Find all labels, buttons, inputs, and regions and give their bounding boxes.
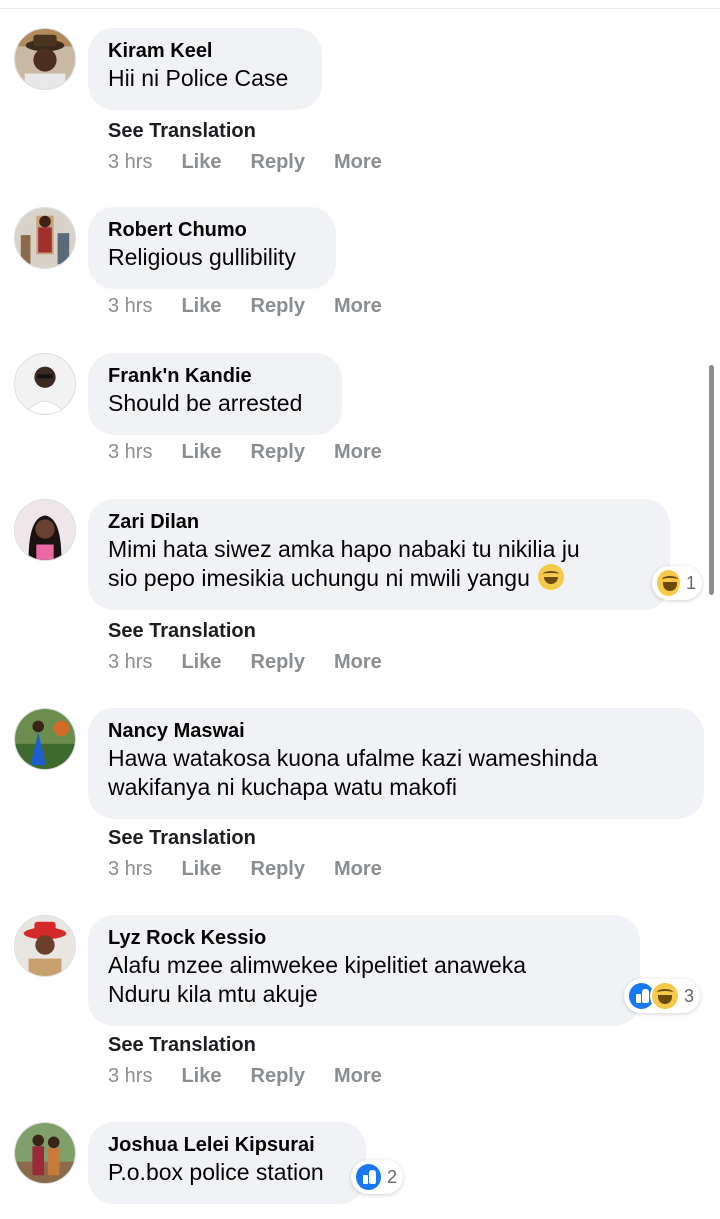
comment-author[interactable]: Robert Chumo (108, 217, 316, 243)
grinning-squinting-face-icon (538, 564, 565, 590)
top-divider (0, 8, 720, 9)
avatar[interactable] (14, 207, 76, 269)
see-translation-link[interactable]: See Translation (108, 620, 256, 643)
comment-time[interactable]: 3 hrs (108, 858, 152, 881)
comment-text-line: Mimi hata siwez amka hapo nabaki tu niki… (108, 536, 580, 562)
comment-actions: 3 hrs Like Reply More (108, 295, 411, 318)
avatar[interactable] (14, 1122, 76, 1184)
comment-author[interactable]: Zari Dilan (108, 509, 650, 535)
comment-text-line: wakifanya ni kuchapa watu makofi (108, 774, 458, 800)
reply-link[interactable]: Reply (251, 858, 305, 881)
reply-link[interactable]: Reply (251, 151, 305, 174)
like-link[interactable]: Like (181, 151, 221, 174)
avatar[interactable] (14, 915, 76, 977)
reply-link[interactable]: Reply (251, 295, 305, 318)
reaction-count: 1 (685, 572, 696, 593)
avatar[interactable] (14, 499, 76, 561)
comment-actions: 3 hrs Like Reply More (108, 441, 411, 464)
comment-text-line: Alafu mzee alimwekee kipelitiet anaweka (108, 952, 527, 978)
comment-bubble: Lyz Rock Kessio Alafu mzee alimwekee kip… (88, 915, 640, 1026)
haha-reaction-icon (655, 568, 682, 598)
reply-link[interactable]: Reply (251, 651, 305, 674)
avatar[interactable] (14, 708, 76, 770)
comment-text: Religious gullibility (108, 244, 296, 270)
comment-time[interactable]: 3 hrs (108, 1065, 152, 1088)
comment-actions: 3 hrs Like Reply More (108, 858, 411, 881)
like-link[interactable]: Like (181, 651, 221, 674)
haha-reaction-icon (650, 981, 680, 1011)
comment-time[interactable]: 3 hrs (108, 651, 152, 674)
like-link[interactable]: Like (181, 858, 221, 881)
comment-author[interactable]: Frank'n Kandie (108, 363, 322, 389)
comment-actions: 3 hrs Like Reply More (108, 651, 411, 674)
reaction-summary[interactable]: 2 (351, 1160, 403, 1194)
more-link[interactable]: More (334, 1065, 382, 1088)
comment-time[interactable]: 3 hrs (108, 295, 152, 318)
reaction-count: 2 (386, 1166, 397, 1187)
like-reaction-icon (354, 1162, 383, 1192)
comment-text-line: Hawa watakosa kuona ufalme kazi wameshin… (108, 745, 598, 771)
comment-time[interactable]: 3 hrs (108, 441, 152, 464)
comment-bubble: Kiram Keel Hii ni Police Case (88, 28, 322, 110)
more-link[interactable]: More (334, 651, 382, 674)
comment-actions: 3 hrs Like Reply More (108, 1065, 411, 1088)
reaction-count: 3 (683, 985, 694, 1006)
comment-text-line: Nduru kila mtu akuje (108, 981, 318, 1007)
more-link[interactable]: More (334, 151, 382, 174)
avatar[interactable] (14, 353, 76, 415)
comment-text: P.o.box police station (108, 1159, 324, 1185)
more-link[interactable]: More (334, 858, 382, 881)
comment-author[interactable]: Nancy Maswai (108, 718, 684, 744)
see-translation-link[interactable]: See Translation (108, 120, 256, 143)
comment-time[interactable]: 3 hrs (108, 151, 152, 174)
comment-bubble: Robert Chumo Religious gullibility (88, 207, 336, 289)
comment-bubble: Frank'n Kandie Should be arrested (88, 353, 342, 435)
like-link[interactable]: Like (181, 1065, 221, 1088)
comment-bubble: Joshua Lelei Kipsurai P.o.box police sta… (88, 1122, 366, 1204)
avatar[interactable] (14, 28, 76, 90)
comment-text-line: sio pepo imesikia uchungu ni mwili yangu (108, 564, 650, 593)
reaction-summary[interactable]: 3 (624, 979, 700, 1013)
reply-link[interactable]: Reply (251, 1065, 305, 1088)
comment-bubble: Nancy Maswai Hawa watakosa kuona ufalme … (88, 708, 704, 819)
see-translation-link[interactable]: See Translation (108, 827, 256, 850)
comment-author[interactable]: Kiram Keel (108, 38, 302, 64)
reaction-summary[interactable]: 1 (652, 566, 702, 600)
comment-author[interactable]: Joshua Lelei Kipsurai (108, 1132, 346, 1158)
like-link[interactable]: Like (181, 441, 221, 464)
comment-text: Hii ni Police Case (108, 65, 289, 91)
more-link[interactable]: More (334, 441, 382, 464)
comment-bubble: Zari Dilan Mimi hata siwez amka hapo nab… (88, 499, 670, 610)
comment-actions: 3 hrs Like Reply More (108, 151, 411, 174)
more-link[interactable]: More (334, 295, 382, 318)
comment-text: Should be arrested (108, 390, 303, 416)
like-link[interactable]: Like (181, 295, 221, 318)
comment-author[interactable]: Lyz Rock Kessio (108, 925, 620, 951)
reply-link[interactable]: Reply (251, 441, 305, 464)
scrollbar[interactable] (709, 365, 714, 595)
see-translation-link[interactable]: See Translation (108, 1034, 256, 1057)
